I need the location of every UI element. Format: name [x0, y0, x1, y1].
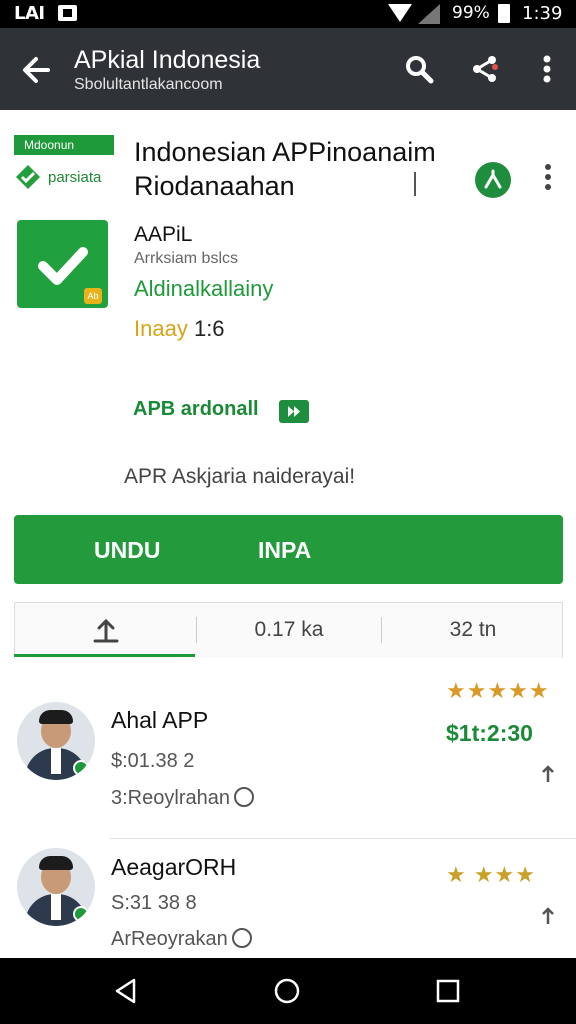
app-title-line2: Riodanaahan — [134, 171, 295, 201]
home-nav-icon[interactable] — [273, 977, 301, 1005]
verified-icon — [73, 760, 89, 776]
tab-share[interactable] — [15, 603, 196, 658]
more-vert-icon[interactable] — [538, 162, 558, 192]
app-name: AAPiL — [134, 223, 193, 246]
developer-link[interactable]: APB ardonall — [133, 398, 259, 421]
review-price: S:31 38 8 — [111, 892, 197, 914]
clock-icon — [231, 928, 252, 948]
upvote-icon[interactable] — [541, 764, 555, 784]
clock-icon — [233, 787, 254, 807]
upload-icon — [93, 619, 118, 643]
app-category[interactable]: Aldinalkallainy — [134, 276, 273, 302]
play-icon[interactable] — [279, 400, 309, 423]
app-rating: Inaay 1:6 — [134, 316, 225, 342]
review-item[interactable]: Ahal APP $:01.38 2 3:Reoylrahan ★★★★★ $1… — [0, 670, 576, 810]
notification-icon — [58, 5, 77, 21]
app-header: Mdoonun parsiata Indonesian APPinoanaim … — [0, 110, 576, 210]
tab-size[interactable]: 0.17 ka — [197, 603, 381, 658]
app-icon: Ab — [17, 220, 108, 308]
clock: 1:39 — [522, 3, 563, 24]
tab-count[interactable]: 32 tn — [382, 603, 564, 658]
install-button-label-right: INPA — [258, 537, 312, 563]
install-button[interactable]: UNDU INPA — [14, 515, 563, 584]
rating-stars: ★★★★★ — [446, 678, 550, 703]
install-button-label-left: UNDU — [94, 537, 161, 563]
carrier-label: LAI — [14, 3, 45, 24]
text-cursor — [414, 172, 416, 196]
share-circle-button[interactable] — [475, 162, 511, 198]
review-sub: ArReoyrakan — [111, 928, 252, 951]
rating-stars: ★ ★★★ — [446, 862, 537, 887]
brand-word: parsiata — [48, 168, 102, 186]
review-sub-label: 3:Reoylrahan — [111, 787, 230, 809]
app-title: Indonesian APPinoanaim Riodanaahan — [134, 135, 436, 203]
tab-indicator — [14, 654, 195, 657]
app-title-line1: Indonesian APPinoanaim — [134, 137, 436, 167]
review-sub-label: ArReoyrakan — [111, 928, 228, 950]
search-icon[interactable] — [402, 52, 436, 86]
reviewer-name: Ahal APP — [111, 707, 209, 733]
stats-tabs: 0.17 ka 32 tn — [14, 602, 563, 658]
rating-value: 1:6 — [193, 316, 225, 341]
recents-nav-icon[interactable] — [434, 977, 462, 1005]
share-icon[interactable] — [468, 52, 502, 86]
review-amount: $1t:2:30 — [446, 720, 533, 746]
reviewer-name: AeagarORH — [111, 854, 237, 880]
app-description: APR Askjaria naiderayai! — [124, 465, 356, 488]
avatar[interactable] — [17, 848, 95, 926]
avatar[interactable] — [17, 702, 95, 780]
battery-icon — [498, 4, 510, 23]
app-icon-badge: Ab — [84, 288, 102, 304]
app-developer: Arrksiam bslcs — [134, 250, 239, 267]
arrow-left-icon[interactable] — [18, 52, 58, 88]
brand-logo: Mdoonun parsiata — [14, 135, 114, 207]
status-bar: LAI 99% 1:39 — [0, 0, 576, 28]
page-subtitle: Sbolultantlakancoom — [74, 76, 223, 93]
battery-percent: 99% — [452, 3, 490, 23]
list-divider — [110, 838, 576, 839]
upvote-icon[interactable] — [541, 906, 555, 926]
page-title: APkial Indonesia — [74, 46, 261, 74]
signal-icon — [418, 4, 440, 24]
system-nav-bar — [0, 958, 576, 1024]
review-sub: 3:Reoylrahan — [111, 787, 254, 810]
rating-prefix: Inaay — [134, 316, 188, 341]
back-nav-icon[interactable] — [112, 977, 140, 1005]
review-price: $:01.38 2 — [111, 750, 195, 772]
share-icon — [484, 169, 502, 189]
verified-icon — [73, 906, 89, 922]
wifi-icon — [388, 4, 412, 22]
check-shield-icon — [16, 165, 40, 189]
more-vert-icon[interactable] — [530, 52, 564, 86]
brand-band: Mdoonun — [14, 135, 114, 155]
app-bar: APkial Indonesia Sbolultantlakancoom — [0, 28, 576, 110]
